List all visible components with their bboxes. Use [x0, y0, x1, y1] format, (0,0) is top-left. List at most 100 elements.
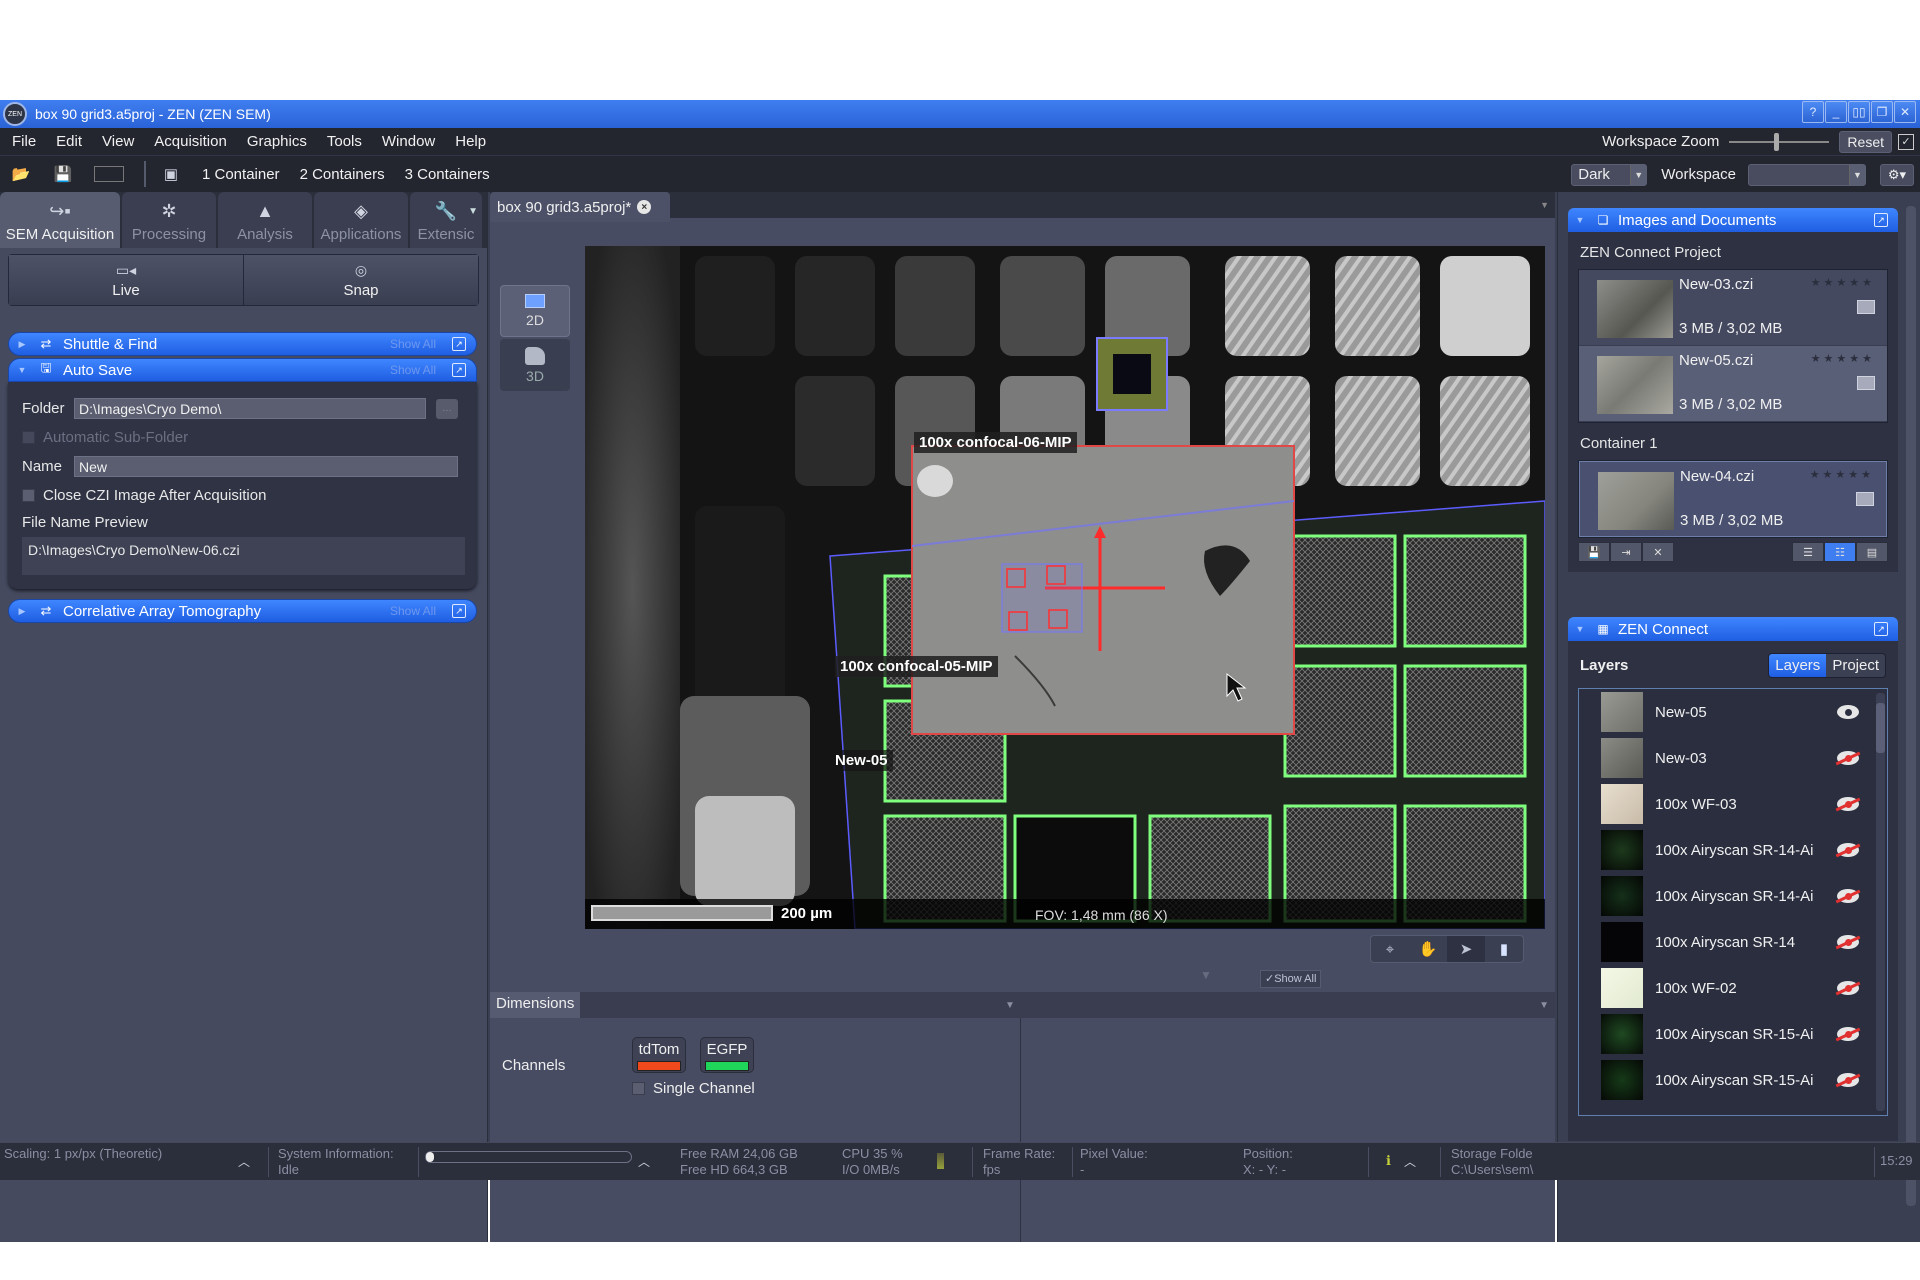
auto-subfolder-checkbox[interactable]: [22, 431, 35, 444]
eye-hidden-icon[interactable]: [1837, 1073, 1859, 1087]
tab-processing[interactable]: ✲ Processing: [122, 192, 216, 248]
right-panel-scrollbar[interactable]: [1906, 206, 1916, 1206]
chevron-up-icon[interactable]: ︿: [1404, 1153, 1416, 1170]
popout-icon[interactable]: ↗: [1874, 213, 1888, 227]
close-button[interactable]: ✕: [1894, 101, 1916, 123]
overlay-label-new-05[interactable]: New-05: [830, 750, 893, 771]
reset-zoom-button[interactable]: Reset: [1839, 130, 1892, 153]
expand-arrow-icon[interactable]: ▶: [13, 339, 31, 350]
select-rectangle-icon[interactable]: ▮: [1485, 936, 1523, 962]
close-doc-icon[interactable]: ✕: [1642, 542, 1674, 562]
minimize-button[interactable]: _: [1825, 101, 1847, 123]
eye-hidden-icon[interactable]: [1837, 981, 1859, 995]
collapse-arrow-icon[interactable]: ▼: [1572, 624, 1588, 634]
layers-segment[interactable]: Layers: [1769, 654, 1827, 677]
show-all-toggle[interactable]: Show All: [390, 604, 436, 618]
tile-regions[interactable]: [1001, 563, 1083, 633]
split-view-button[interactable]: ▯▯: [1848, 101, 1870, 123]
menu-edit[interactable]: Edit: [46, 133, 92, 150]
channel-egfp-button[interactable]: EGFP: [700, 1037, 754, 1073]
collapse-arrow-icon[interactable]: ▼: [1572, 215, 1588, 225]
detail-view-icon[interactable]: ☷: [1824, 542, 1856, 562]
eye-hidden-icon[interactable]: [1837, 797, 1859, 811]
folder-input[interactable]: D:\Images\Cryo Demo\: [74, 398, 426, 419]
restore-button[interactable]: ❐: [1871, 101, 1893, 123]
layer-row[interactable]: New-03: [1579, 735, 1887, 781]
show-all-toggle[interactable]: Show All: [390, 363, 436, 377]
expand-arrow-icon[interactable]: ▶: [13, 606, 31, 617]
chevron-up-icon[interactable]: ︿: [238, 1153, 250, 1170]
menu-tools[interactable]: Tools: [317, 133, 372, 150]
move-doc-icon[interactable]: ⇥: [1610, 542, 1642, 562]
tab-applications[interactable]: ◈ Applications: [314, 192, 408, 248]
pan-hand-icon[interactable]: ✋: [1409, 936, 1447, 962]
eye-hidden-icon[interactable]: [1837, 935, 1859, 949]
image-viewer[interactable]: 100x confocal-06-MIP 100x confocal-05-MI…: [585, 246, 1545, 929]
splitter-arrow-icon[interactable]: ▼: [1200, 968, 1212, 982]
eye-hidden-icon[interactable]: [1837, 843, 1859, 857]
menu-help[interactable]: Help: [445, 133, 496, 150]
layer-row[interactable]: 100x Airyscan SR-15-Ai: [1579, 1011, 1887, 1057]
tab-dimensions[interactable]: Dimensions: [490, 992, 581, 1018]
sem-image-canvas[interactable]: [585, 246, 1545, 929]
tool-shuttle-find[interactable]: ▶ ⇄ Shuttle & Find Show All ↗: [8, 332, 477, 356]
collapse-arrow-icon[interactable]: ▼: [13, 365, 31, 375]
info-icon[interactable]: ℹ: [1386, 1153, 1391, 1169]
layer-row[interactable]: 100x Airyscan SR-14: [1579, 919, 1887, 965]
three-containers-button[interactable]: 3 Containers: [405, 166, 490, 183]
layer-row[interactable]: New-05: [1579, 689, 1887, 735]
chevron-down-icon[interactable]: ▼: [1005, 1000, 1015, 1011]
tool-correlative-array-tomography[interactable]: ▶ ⇄ Correlative Array Tomography Show Al…: [8, 599, 477, 623]
container-layout-icon[interactable]: ▣: [160, 164, 182, 184]
rating-stars[interactable]: ★★★★★: [1811, 276, 1875, 289]
project-segment[interactable]: Project: [1826, 654, 1885, 677]
open-folder-icon[interactable]: 📂: [10, 164, 32, 184]
popout-icon[interactable]: ↗: [452, 363, 466, 377]
workspace-zoom-slider[interactable]: [1729, 132, 1830, 151]
doc-item[interactable]: New-03.czi ★★★★★ 3 MB / 3,02 MB: [1579, 270, 1887, 346]
settings-menu-button[interactable]: ⚙▾: [1880, 163, 1914, 186]
doc-item[interactable]: New-04.czi ★★★★★ 3 MB / 3,02 MB: [1579, 461, 1887, 537]
view-2d-button[interactable]: 2D: [500, 285, 570, 337]
pin-icon[interactable]: ✓: [1898, 133, 1914, 150]
show-all-button[interactable]: ✓Show All: [1260, 970, 1322, 988]
overlay-label-confocal-06[interactable]: 100x confocal-06-MIP: [914, 432, 1077, 453]
menu-file[interactable]: File: [0, 133, 46, 150]
menu-view[interactable]: View: [92, 133, 144, 150]
rating-stars[interactable]: ★★★★★: [1811, 352, 1875, 365]
name-input[interactable]: New: [74, 456, 458, 477]
chevron-up-icon[interactable]: ︿: [638, 1153, 650, 1170]
channel-tdtom-button[interactable]: tdTom: [632, 1037, 686, 1073]
chevron-down-icon[interactable]: ▼: [1540, 200, 1549, 210]
one-container-button[interactable]: 1 Container: [202, 166, 280, 183]
close-tab-icon[interactable]: ×: [637, 200, 652, 214]
menu-acquisition[interactable]: Acquisition: [144, 133, 237, 150]
document-tab[interactable]: box 90 grid3.a5proj* ×: [490, 192, 670, 222]
tab-sem-acquisition[interactable]: ↪▪ SEM Acquisition: [0, 192, 120, 248]
rating-stars[interactable]: ★★★★★: [1810, 468, 1874, 481]
tool-auto-save[interactable]: ▼ 🖫 Auto Save Show All ↗: [8, 358, 477, 382]
pointer-icon[interactable]: ➤: [1447, 936, 1485, 962]
close-czi-checkbox[interactable]: [22, 489, 35, 502]
layer-row[interactable]: 100x Airyscan SR-14-Ai: [1579, 827, 1887, 873]
image-icon[interactable]: [94, 166, 124, 182]
compact-view-icon[interactable]: ▤: [1856, 542, 1888, 562]
view-3d-button[interactable]: 3D: [500, 339, 570, 391]
center-stage-icon[interactable]: ⌖: [1371, 936, 1409, 962]
layer-row[interactable]: 100x WF-03: [1579, 781, 1887, 827]
layer-row[interactable]: 100x WF-02: [1579, 965, 1887, 1011]
doc-item[interactable]: New-05.czi ★★★★★ 3 MB / 3,02 MB: [1579, 346, 1887, 422]
eye-icon[interactable]: [1837, 705, 1859, 719]
eye-hidden-icon[interactable]: [1837, 889, 1859, 903]
chevron-down-icon[interactable]: ▼: [1539, 1000, 1549, 1011]
layer-row[interactable]: 100x Airyscan SR-15-Ai: [1579, 1057, 1887, 1103]
browse-folder-button[interactable]: …: [436, 398, 458, 419]
eye-hidden-icon[interactable]: [1837, 751, 1859, 765]
single-channel-checkbox[interactable]: [632, 1082, 645, 1095]
menu-window[interactable]: Window: [372, 133, 445, 150]
zen-connect-header[interactable]: ▼ ▦ ZEN Connect ↗: [1568, 617, 1898, 641]
overlay-label-confocal-05[interactable]: 100x confocal-05-MIP: [835, 656, 998, 677]
snap-button[interactable]: ◎ Snap: [244, 255, 478, 305]
images-documents-header[interactable]: ▼ ❏ Images and Documents ↗: [1568, 208, 1898, 232]
popout-icon[interactable]: ↗: [1874, 622, 1888, 636]
